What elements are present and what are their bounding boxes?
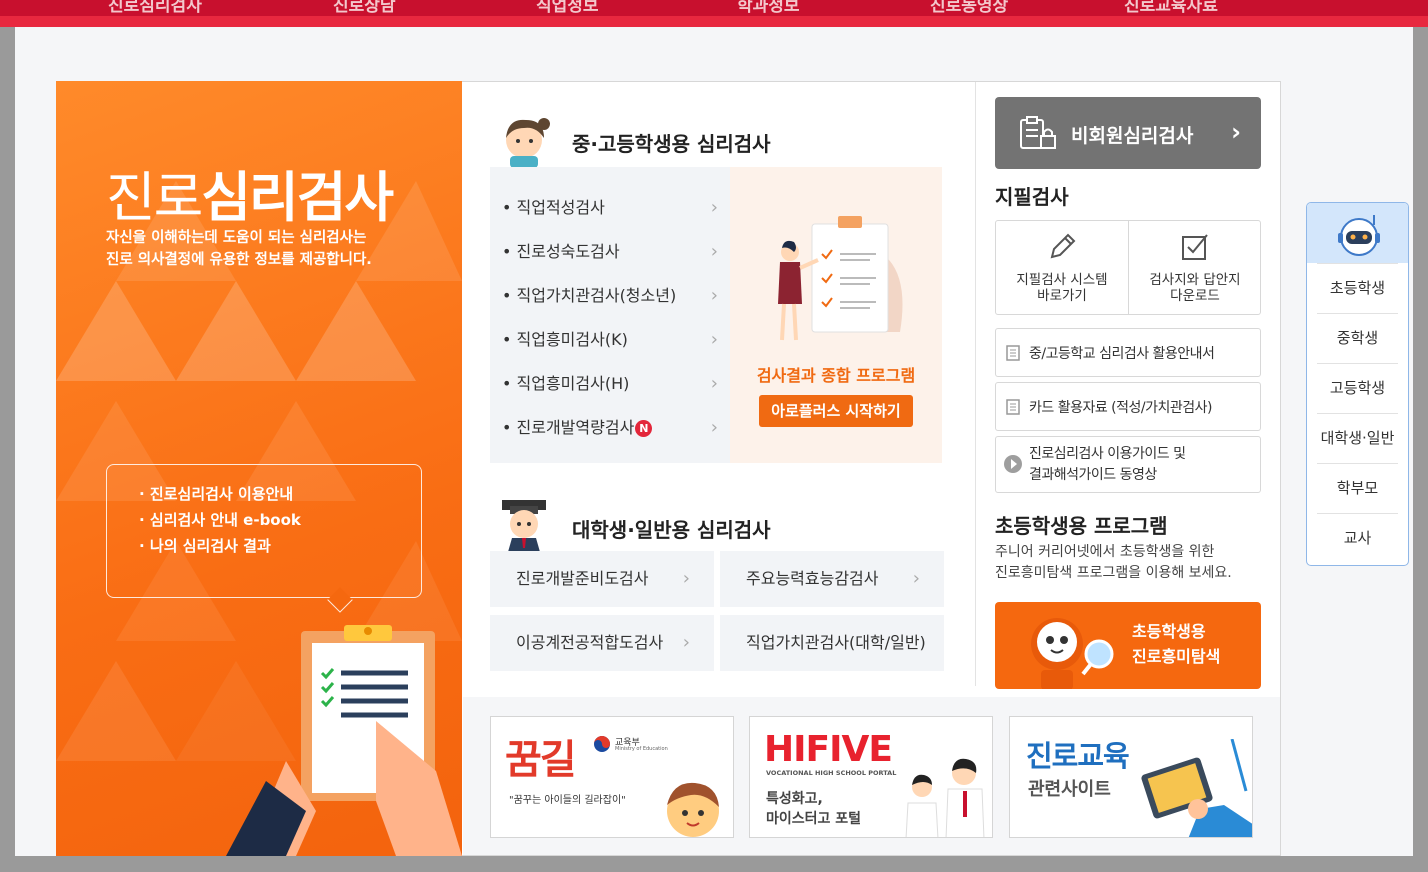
taegeuk-icon: [594, 736, 610, 752]
list-item[interactable]: • 직업흥미검사(K) ›: [490, 318, 730, 362]
robot-magnifier-icon: [1031, 618, 1114, 689]
paper-system-button[interactable]: 지필검사 시스템 바로가기: [996, 221, 1128, 314]
list-item[interactable]: • 진로성숙도검사 ›: [490, 230, 730, 274]
university-test-button[interactable]: 직업가치관검사(대학/일반): [720, 615, 944, 671]
student-avatar-icon: [506, 118, 550, 168]
elementary-program-title: 초등학생용 프로그램: [995, 514, 1168, 538]
side-menu-teachers[interactable]: 교사: [1307, 513, 1408, 563]
link-ebook[interactable]: · 심리검사 안내 e-book: [139, 507, 421, 533]
chevron-right-icon: ›: [1231, 118, 1241, 146]
checkbox-icon: [1182, 234, 1208, 260]
guidebook-link[interactable]: 중/고등학교 심리검사 활용안내서: [995, 328, 1261, 377]
side-menu-header: [1307, 203, 1408, 263]
top-nav-item[interactable]: 진로교육자료: [1124, 0, 1218, 16]
link-usage-guide[interactable]: · 진로심리검사 이용안내: [139, 481, 421, 507]
career-education-banner[interactable]: 진로교육 관련사이트: [1009, 716, 1253, 838]
hero-section: 진로심리검사 자신을 이해하는데 도움이 되는 심리검사는 진로 의사결정에 유…: [56, 81, 462, 856]
play-icon: [1004, 455, 1022, 473]
kumgil-banner[interactable]: 꿈길 교육부 Ministry of Education "꿈꾸는 아이들의 길…: [490, 716, 734, 838]
hifive-subtitle: VOCATIONAL HIGH SCHOOL PORTAL: [766, 769, 897, 777]
ministry-label-en: Ministry of Education: [615, 746, 668, 752]
side-menu-middle[interactable]: 중학생: [1307, 313, 1408, 363]
university-test-button[interactable]: 진로개발준비도검사 ›: [490, 551, 714, 607]
top-nav-bar: 진로심리검사 진로상담 직업정보 학과정보 진로동영상 진로교육자료: [0, 0, 1428, 16]
clipboard-lock-icon: [1020, 116, 1056, 149]
side-menu-parents[interactable]: 학부모: [1307, 463, 1408, 513]
link-my-results[interactable]: · 나의 심리검사 결과: [139, 533, 421, 559]
result-program-card: 검사결과 종합 프로그램 아로플러스 시작하기: [730, 167, 942, 463]
career-education-title: 진로교육: [1026, 739, 1130, 773]
elementary-interest-banner[interactable]: 초등학생용 진로흥미탐색: [995, 602, 1261, 689]
side-menu-elementary[interactable]: 초등학생: [1307, 263, 1408, 313]
chevron-right-icon: ›: [912, 568, 920, 589]
chevron-right-icon: ›: [710, 241, 718, 262]
hero-description: 자신을 이해하는데 도움이 되는 심리검사는 진로 의사결정에 유용한 정보를 …: [106, 230, 372, 268]
paper-test-box: 지필검사 시스템 바로가기 검사지와 답안지 다운로드: [995, 220, 1261, 315]
chevron-right-icon: ›: [710, 417, 718, 438]
kumgil-slogan: "꿈꾸는 아이들의 길라잡이": [509, 795, 626, 806]
paper-download-button[interactable]: 검사지와 답안지 다운로드: [1129, 221, 1261, 314]
chevron-right-icon: ›: [682, 632, 690, 653]
top-nav-item[interactable]: 진로심리검사: [108, 0, 202, 16]
pencil-icon: [1050, 233, 1076, 259]
document-icon: [1006, 399, 1020, 415]
card-material-link[interactable]: 카드 활용자료 (적성/가치관검사): [995, 382, 1261, 431]
chevron-right-icon: ›: [710, 373, 718, 394]
chevron-right-icon: ›: [710, 285, 718, 306]
side-menu-high[interactable]: 고등학생: [1307, 363, 1408, 413]
list-item[interactable]: • 직업흥미검사(H) ›: [490, 362, 730, 406]
career-education-subtitle: 관련사이트: [1028, 779, 1111, 800]
document-icon: [1006, 345, 1020, 361]
kumgil-logo: 꿈길: [505, 737, 577, 783]
side-quick-menu: 초등학생 중학생 고등학생 대학생·일반 학부모 교사: [1306, 202, 1409, 566]
chevron-right-icon: ›: [710, 329, 718, 350]
graduate-avatar-icon: [502, 500, 546, 552]
elementary-program-description: 주니어 커리어넷에서 초등학생을 위한 진로흥미탐색 프로그램을 이용해 보세요…: [995, 544, 1232, 581]
aroplus-start-button[interactable]: 아로플러스 시작하기: [759, 395, 913, 427]
middle-high-title: 중·고등학생용 심리검사: [572, 132, 771, 156]
guide-video-link[interactable]: 진로심리검사 이용가이드 및 결과해석가이드 동영상: [995, 436, 1261, 493]
clipboard-hand-illustration: [226, 625, 462, 856]
hifive-banner[interactable]: HIFIVE VOCATIONAL HIGH SCHOOL PORTAL 특성화…: [749, 716, 993, 838]
students-illustration: [905, 758, 985, 837]
top-nav-item[interactable]: 학과정보: [737, 0, 800, 16]
paper-test-title: 지필검사: [995, 185, 1069, 209]
result-program-caption: 검사결과 종합 프로그램: [756, 366, 916, 385]
list-item[interactable]: • 직업적성검사 ›: [490, 186, 730, 230]
chevron-right-icon: ›: [682, 568, 690, 589]
column-divider: [975, 82, 976, 686]
middle-high-test-list: • 직업적성검사 › • 진로성숙도검사 › • 직업가치관검사(청소년) › • 직…: [490, 167, 730, 463]
chevron-right-icon: ›: [710, 197, 718, 218]
tablet-hand-illustration: [1141, 739, 1252, 837]
list-item[interactable]: • 진로개발역량검사 N ›: [490, 406, 730, 450]
nonmember-test-button[interactable]: 비회원심리검사 ›: [995, 97, 1261, 169]
checklist-illustration: [778, 216, 903, 341]
hero-title: 진로심리검사: [106, 166, 394, 229]
hifive-logo: HIFIVE: [764, 729, 893, 770]
side-menu-university[interactable]: 대학생·일반: [1307, 413, 1408, 463]
hero-links-box: · 진로심리검사 이용안내 · 심리검사 안내 e-book · 나의 심리검사…: [106, 464, 422, 613]
university-test-button[interactable]: 이공계전공적합도검사 ›: [490, 615, 714, 671]
new-badge: N: [635, 420, 653, 437]
list-item[interactable]: • 직업가치관검사(청소년) ›: [490, 274, 730, 318]
university-title: 대학생·일반용 심리검사: [572, 518, 771, 542]
top-nav-item[interactable]: 직업정보: [536, 0, 599, 16]
hifive-description: 특성화고, 마이스터고 포털: [766, 791, 862, 827]
university-test-button[interactable]: 주요능력효능감검사 ›: [720, 551, 944, 607]
top-nav-item[interactable]: 진로상담: [333, 0, 396, 16]
child-character-illustration: [667, 782, 719, 837]
nav-underline: [0, 16, 1428, 27]
robot-icon: [1338, 215, 1380, 256]
top-nav-item[interactable]: 진로동영상: [930, 0, 1008, 16]
